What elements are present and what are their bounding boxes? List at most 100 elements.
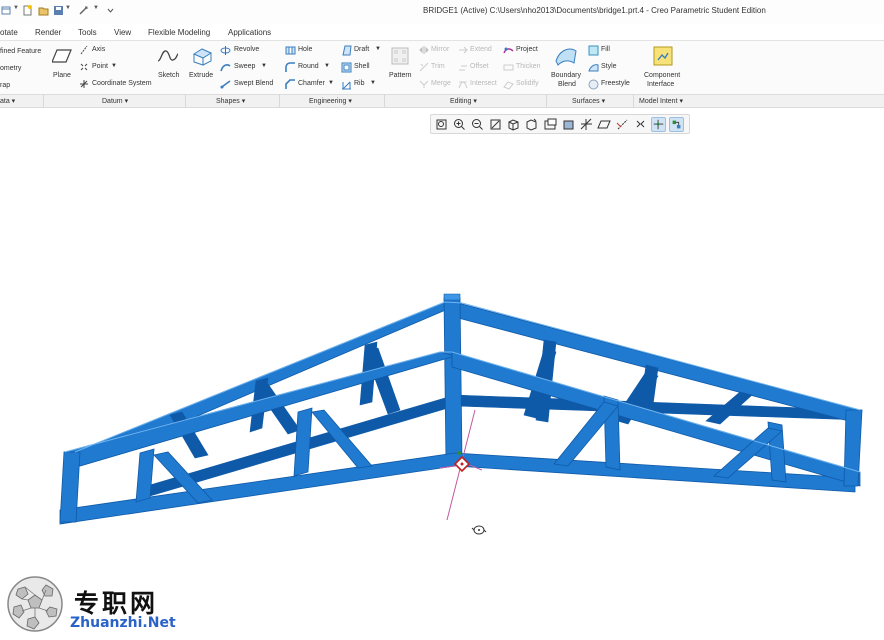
boundary-blend-label-2[interactable]: Blend <box>558 81 576 88</box>
sketch-button[interactable]: Sketch <box>158 72 179 79</box>
solidify-button[interactable]: Solidify <box>516 80 539 87</box>
sketch-icon[interactable] <box>157 48 179 64</box>
graphics-viewport[interactable] <box>0 136 884 640</box>
extrude-button[interactable]: Extrude <box>189 72 213 79</box>
freestyle-icon[interactable] <box>588 79 599 90</box>
plane-button[interactable]: Plane <box>53 72 71 79</box>
zoom-in-icon[interactable] <box>452 117 467 132</box>
annotation-display-icon[interactable] <box>669 117 684 132</box>
revolve-button[interactable]: Revolve <box>234 46 259 53</box>
open-icon[interactable] <box>38 5 49 16</box>
view-manager-icon[interactable] <box>543 117 558 132</box>
style-icon[interactable] <box>588 62 599 73</box>
plane-icon[interactable] <box>52 48 72 64</box>
shell-icon[interactable] <box>341 62 352 73</box>
chevron-down-icon[interactable]: ▼ <box>261 63 267 69</box>
point-icon[interactable] <box>79 62 89 72</box>
draft-icon[interactable] <box>341 45 352 56</box>
swept-blend-icon[interactable] <box>220 79 231 90</box>
axis-button[interactable]: Axis <box>92 46 105 53</box>
draft-button[interactable]: Draft <box>354 46 369 53</box>
copy-geometry-button[interactable]: ometry <box>0 65 21 72</box>
group-datum[interactable]: Datum ▾ <box>102 97 128 105</box>
customize-icon[interactable] <box>105 5 116 16</box>
chevron-down-icon[interactable]: ▼ <box>324 63 330 69</box>
extend-button[interactable]: Extend <box>470 46 492 53</box>
offset-button[interactable]: Offset <box>470 63 489 70</box>
mirror-button[interactable]: Mirror <box>431 46 449 53</box>
pattern-button[interactable]: Pattern <box>389 72 412 79</box>
tab-tools[interactable]: Tools <box>78 28 97 37</box>
sweep-icon[interactable] <box>220 62 231 73</box>
shrinkwrap-button[interactable]: rap <box>0 82 10 89</box>
offset-icon[interactable] <box>458 62 468 72</box>
chevron-down-icon[interactable]: ▼ <box>13 5 19 11</box>
chevron-down-icon[interactable]: ▼ <box>328 80 334 86</box>
group-model-intent[interactable]: Model Intent ▾ <box>639 97 683 105</box>
chevron-down-icon[interactable]: ▼ <box>111 63 117 69</box>
chevron-down-icon[interactable]: ▼ <box>370 80 376 86</box>
group-engineering[interactable]: Engineering ▾ <box>309 97 352 105</box>
user-defined-feature-button[interactable]: fined Feature <box>0 48 41 55</box>
trim-icon[interactable] <box>419 62 429 72</box>
tab-view[interactable]: View <box>114 28 131 37</box>
plane-display-icon[interactable] <box>597 117 612 132</box>
axis-display-icon[interactable] <box>615 117 630 132</box>
chamfer-button[interactable]: Chamfer <box>298 80 325 87</box>
axis-icon[interactable] <box>79 45 89 55</box>
project-button[interactable]: Project <box>516 46 538 53</box>
coordinate-system-button[interactable]: Coordinate System <box>92 80 152 87</box>
revolve-icon[interactable] <box>220 45 231 56</box>
csys-display-icon[interactable] <box>651 117 666 132</box>
component-interface-label-2[interactable]: Interface <box>647 81 674 88</box>
regenerate-icon[interactable] <box>78 5 89 16</box>
tab-flexible-modeling[interactable]: Flexible Modeling <box>148 28 210 37</box>
coordinate-system-icon[interactable] <box>79 79 89 89</box>
new-icon[interactable] <box>22 5 33 16</box>
mirror-icon[interactable] <box>419 45 429 55</box>
group-surfaces[interactable]: Surfaces ▾ <box>572 97 605 105</box>
tab-annotate[interactable]: otate <box>0 28 18 37</box>
round-icon[interactable] <box>285 62 296 73</box>
thicken-icon[interactable] <box>503 62 514 73</box>
merge-button[interactable]: Merge <box>431 80 451 87</box>
tab-applications[interactable]: Applications <box>228 28 271 37</box>
extrude-icon[interactable] <box>191 46 213 66</box>
display-style-icon[interactable] <box>561 117 576 132</box>
round-button[interactable]: Round <box>298 63 319 70</box>
shell-button[interactable]: Shell <box>354 63 370 70</box>
chevron-down-icon[interactable]: ▼ <box>65 5 71 11</box>
fill-button[interactable]: Fill <box>601 46 610 53</box>
truss-model[interactable] <box>59 293 863 525</box>
repaint-icon[interactable] <box>488 117 503 132</box>
hole-button[interactable]: Hole <box>298 46 312 53</box>
intersect-button[interactable]: Intersect <box>470 80 497 87</box>
rib-button[interactable]: Rib <box>354 80 365 87</box>
group-editing[interactable]: Editing ▾ <box>450 97 477 105</box>
intersect-icon[interactable] <box>458 79 468 89</box>
refit-icon[interactable] <box>434 117 449 132</box>
datum-display-icon[interactable] <box>579 117 594 132</box>
zoom-out-icon[interactable] <box>470 117 485 132</box>
new-file-icon[interactable] <box>1 5 12 16</box>
rib-icon[interactable] <box>341 79 352 90</box>
chamfer-icon[interactable] <box>285 79 296 90</box>
swept-blend-button[interactable]: Swept Blend <box>234 80 273 87</box>
style-button[interactable]: Style <box>601 63 617 70</box>
boundary-blend-label-1[interactable]: Boundary <box>551 72 581 79</box>
solidify-icon[interactable] <box>503 79 514 90</box>
thicken-button[interactable]: Thicken <box>516 63 541 70</box>
save-icon[interactable] <box>53 5 64 16</box>
trim-button[interactable]: Trim <box>431 63 445 70</box>
component-interface-icon[interactable] <box>652 45 674 67</box>
point-button[interactable]: Point <box>92 63 108 70</box>
hole-icon[interactable] <box>285 45 296 56</box>
saved-orientations-icon[interactable] <box>524 117 539 132</box>
project-icon[interactable] <box>503 45 514 56</box>
point-display-icon[interactable] <box>633 117 648 132</box>
freestyle-button[interactable]: Freestyle <box>601 80 630 87</box>
chevron-down-icon[interactable]: ▼ <box>375 46 381 52</box>
pattern-icon[interactable] <box>390 46 410 66</box>
extend-icon[interactable] <box>458 45 468 55</box>
fill-icon[interactable] <box>588 45 599 56</box>
